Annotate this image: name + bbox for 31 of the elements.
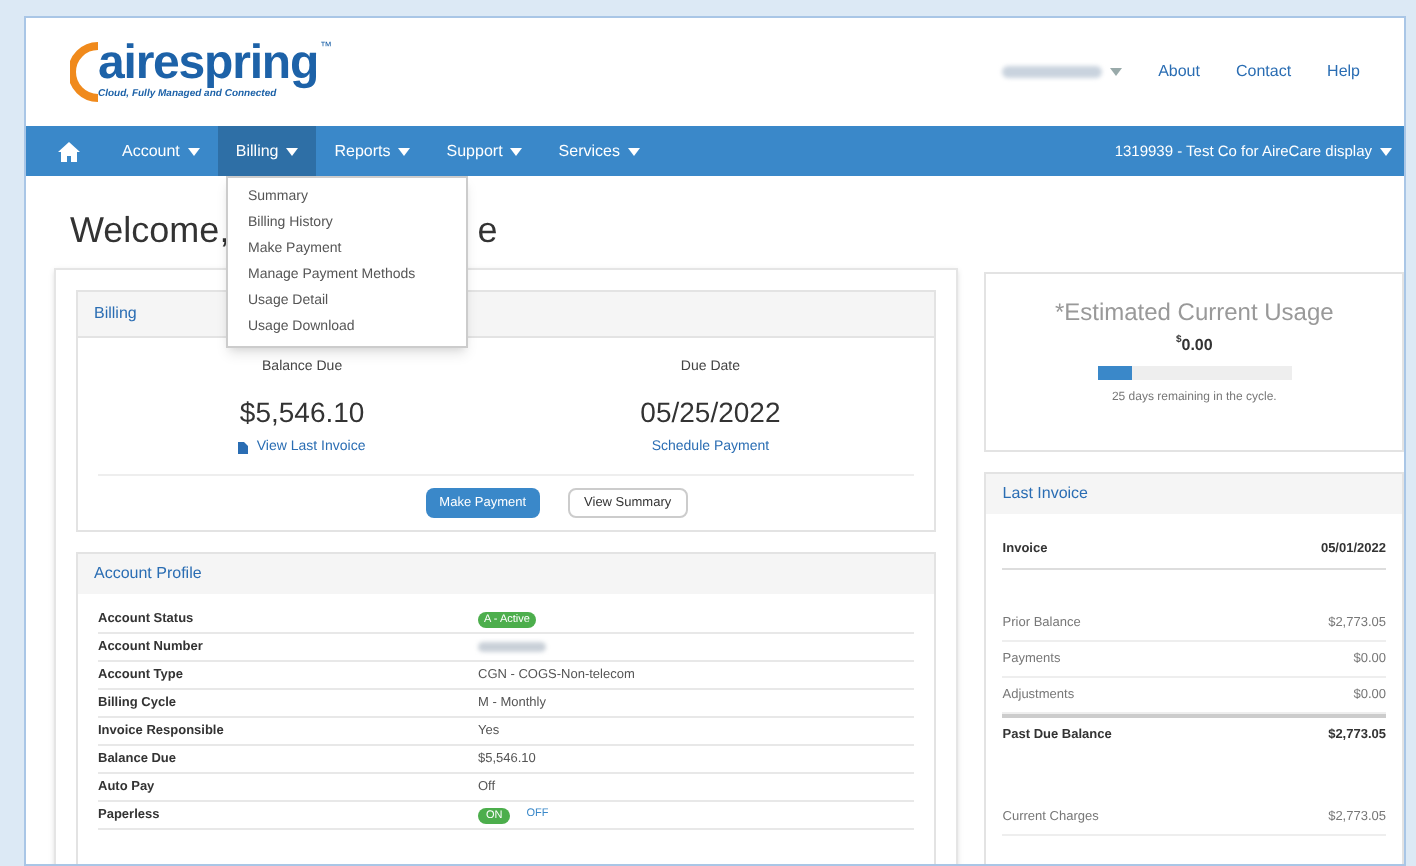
panel-title: Billing bbox=[94, 302, 137, 326]
home-icon[interactable] bbox=[58, 141, 80, 161]
caret-icon bbox=[1380, 147, 1392, 155]
header-link[interactable]: Help bbox=[1327, 60, 1360, 84]
caret-icon bbox=[398, 147, 411, 155]
document-icon bbox=[238, 441, 249, 454]
caret-icon bbox=[510, 147, 523, 155]
panel-title: Account Profile bbox=[94, 562, 202, 586]
nav-tab[interactable]: Support bbox=[428, 126, 541, 176]
nav-tab[interactable]: Reports bbox=[316, 126, 429, 176]
nav-tab[interactable]: Account bbox=[104, 126, 218, 176]
header-link[interactable]: Contact bbox=[1235, 60, 1292, 84]
caret-icon bbox=[286, 147, 299, 155]
header-link[interactable]: About bbox=[1158, 60, 1200, 84]
logo-swoosh-icon bbox=[70, 42, 102, 102]
balance-amount: $5,546.10 bbox=[239, 393, 365, 431]
caret-icon bbox=[627, 147, 640, 155]
usage-title: *Estimated Current Usage bbox=[1054, 296, 1334, 330]
welcome-name-fragment: e bbox=[477, 208, 498, 254]
panel-title: Last Invoice bbox=[1002, 482, 1088, 506]
redacted-value bbox=[478, 642, 546, 652]
caret-icon bbox=[187, 147, 200, 155]
welcome-heading: Welcome, bbox=[70, 208, 230, 254]
nav-tab[interactable]: Billing bbox=[217, 126, 317, 176]
due-date: 05/25/2022 bbox=[640, 393, 781, 431]
nav-tab[interactable]: Services bbox=[540, 126, 658, 176]
usage-amount: 0.00 bbox=[1181, 336, 1213, 358]
caret-icon bbox=[1110, 68, 1123, 76]
user-menu[interactable] bbox=[1002, 66, 1123, 78]
logo-wordmark: airespring bbox=[98, 40, 319, 89]
redacted-username bbox=[1002, 66, 1103, 78]
